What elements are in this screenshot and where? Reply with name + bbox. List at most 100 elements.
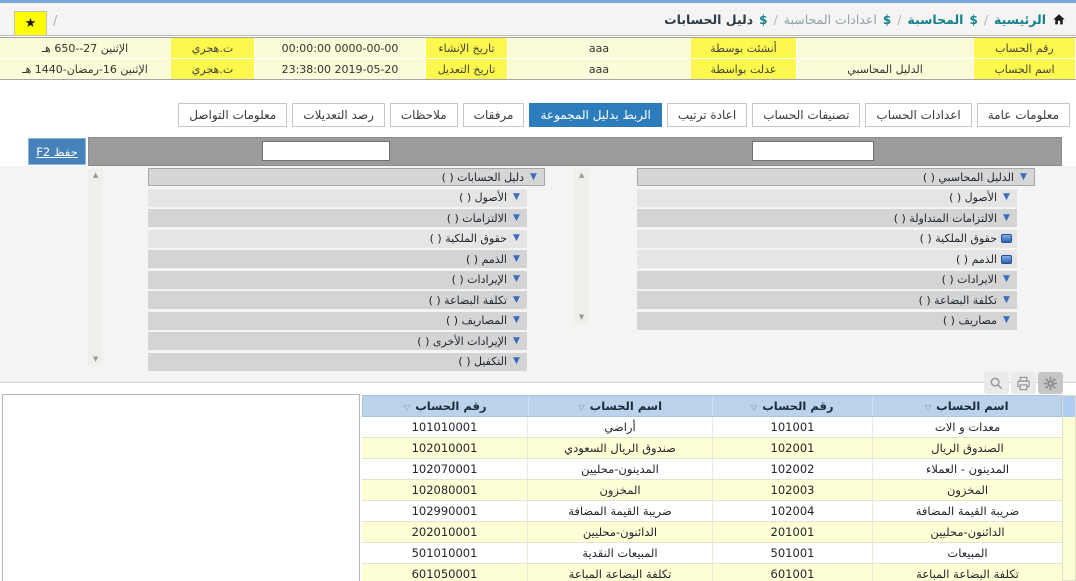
settings-button[interactable] bbox=[1038, 372, 1063, 394]
tree-node[interactable]: الأصول ( ) bbox=[148, 189, 527, 207]
tree-node-icon[interactable] bbox=[511, 214, 522, 223]
print-button[interactable] bbox=[1011, 372, 1036, 394]
sort-icon[interactable] bbox=[925, 399, 931, 413]
sort-icon[interactable] bbox=[578, 399, 584, 413]
table-row[interactable]: معدات و الات 101001 أراضي 101010001 bbox=[362, 417, 1062, 438]
group-accounts-panel bbox=[2, 394, 360, 581]
linked-account-name-cell: أراضي bbox=[527, 417, 712, 437]
tree-node-label: الدليل المحاسبي ( ) bbox=[923, 171, 1014, 184]
tree-node[interactable]: تكلفة البضاعة ( ) bbox=[637, 291, 1017, 309]
tree-node-icon[interactable] bbox=[511, 357, 522, 366]
breadcrumb-home[interactable]: الرئيسية bbox=[994, 12, 1066, 27]
tree-node-icon[interactable] bbox=[1001, 255, 1012, 264]
account-tree-scrollbar[interactable]: ▲ ▼ bbox=[574, 169, 589, 324]
tab[interactable]: معلومات التواصل bbox=[178, 103, 287, 127]
tree-node-label: دليل الحسابات ( ) bbox=[442, 171, 524, 184]
tab[interactable]: رصد التعديلات bbox=[292, 103, 385, 127]
tree-node-icon[interactable] bbox=[528, 173, 539, 182]
tree-node-label: الذمم ( ) bbox=[466, 253, 507, 266]
tree-node[interactable]: دليل الحسابات ( ) bbox=[148, 168, 545, 186]
tree-node-label: الأصول ( ) bbox=[949, 191, 997, 204]
tree-node-icon[interactable] bbox=[1001, 316, 1012, 325]
tree-node[interactable]: التكفيل ( ) bbox=[148, 353, 527, 371]
account-tree-search-input[interactable] bbox=[752, 141, 874, 161]
save-button[interactable]: حفظ F2 bbox=[28, 138, 86, 165]
table-row[interactable]: المدينون - العملاء 102002 المدينون-محليي… bbox=[362, 459, 1062, 480]
tree-node-icon[interactable] bbox=[1001, 214, 1012, 223]
tree-node-icon[interactable] bbox=[1001, 296, 1012, 305]
tree-node-icon[interactable] bbox=[1001, 234, 1012, 243]
tree-node-icon[interactable] bbox=[511, 296, 522, 305]
breadcrumb-item[interactable]: / $ المحاسبة bbox=[907, 12, 988, 27]
table-row[interactable]: الصندوق الريال 102001 صندوق الريال السعو… bbox=[362, 438, 1062, 459]
tree-node[interactable]: الالتزامات ( ) bbox=[148, 209, 527, 227]
tree-node-icon[interactable] bbox=[1001, 275, 1012, 284]
breadcrumb-link[interactable]: الرئيسية bbox=[994, 12, 1046, 27]
tree-node[interactable]: تكلفة البضاعة ( ) bbox=[148, 291, 527, 309]
scroll-down-icon[interactable]: ▼ bbox=[579, 311, 584, 324]
table-column-header[interactable]: رقم الحساب bbox=[363, 396, 528, 416]
star-icon: ★ bbox=[25, 16, 37, 31]
table-scrollbar-thumb[interactable] bbox=[1063, 396, 1075, 417]
tree-node[interactable]: المصاريف ( ) bbox=[148, 312, 527, 330]
home-icon bbox=[1052, 13, 1066, 26]
group-tree-scrollbar[interactable]: ▲ ▼ bbox=[88, 169, 103, 366]
search-button[interactable] bbox=[984, 372, 1009, 394]
tab[interactable]: ملاحظات bbox=[390, 103, 458, 127]
breadcrumb-link[interactable]: المحاسبة bbox=[907, 12, 963, 27]
table-body: معدات و الات 101001 أراضي 101010001 الصن… bbox=[362, 417, 1062, 581]
tree-node-icon[interactable] bbox=[511, 193, 522, 202]
tree-node-icon[interactable] bbox=[511, 234, 522, 243]
info-cell: aaa bbox=[508, 59, 690, 79]
tab[interactable]: تصنيفات الحساب bbox=[752, 103, 860, 127]
tab[interactable]: اعدادات الحساب bbox=[865, 103, 971, 127]
info-cell: الدليل المحاسبي bbox=[797, 59, 973, 79]
breadcrumb-link[interactable]: اعدادات المحاسبة bbox=[784, 12, 877, 27]
tree-node[interactable]: مصاريف ( ) bbox=[637, 312, 1017, 330]
info-row: رقم الحساب أنشئت بوسطة aaa تاريخ الإنشاء… bbox=[0, 38, 1076, 59]
group-tree-search-input[interactable] bbox=[262, 141, 390, 161]
tab[interactable]: الربط بدليل المجموعة bbox=[529, 103, 661, 127]
tree-node[interactable]: الدليل المحاسبي ( ) bbox=[637, 168, 1035, 186]
scroll-up-icon[interactable]: ▲ bbox=[93, 169, 98, 182]
scroll-up-icon[interactable]: ▲ bbox=[579, 169, 584, 182]
table-row[interactable]: المخزون 102003 المخزون 102080001 bbox=[362, 480, 1062, 501]
tree-node[interactable]: الالتزامات المتداولة ( ) bbox=[637, 209, 1017, 227]
table-row[interactable]: ضريبة القيمة المضافة 102004 ضريبة القيمة… bbox=[362, 501, 1062, 522]
tab[interactable]: اعادة ترتيب bbox=[667, 103, 747, 127]
sort-icon[interactable] bbox=[404, 399, 410, 413]
table-row[interactable]: المبيعات 501001 المبيعات النقدية 5010100… bbox=[362, 543, 1062, 564]
tree-node[interactable]: الذمم ( ) bbox=[637, 250, 1017, 268]
info-cell: تاريخ الإنشاء bbox=[425, 38, 508, 58]
favorite-button[interactable]: ★ bbox=[14, 11, 47, 36]
tree-node-icon[interactable] bbox=[1018, 173, 1029, 182]
linked-account-number-cell: 102070001 bbox=[362, 459, 527, 479]
tree-node[interactable]: الإيرادات ( ) bbox=[148, 271, 527, 289]
tree-node-icon[interactable] bbox=[511, 275, 522, 284]
tree-node[interactable]: الإيرادات الأخرى ( ) bbox=[148, 332, 527, 350]
scroll-down-icon[interactable]: ▼ bbox=[93, 353, 98, 366]
tree-node[interactable]: حقوق الملكية ( ) bbox=[637, 230, 1017, 248]
tree-node-icon[interactable] bbox=[1001, 193, 1012, 202]
tree-node[interactable]: الأصول ( ) bbox=[637, 189, 1017, 207]
table-column-header[interactable]: اسم الحساب bbox=[872, 396, 1061, 416]
tab[interactable]: مرفقات bbox=[463, 103, 525, 127]
table-column-header[interactable]: رقم الحساب bbox=[712, 396, 872, 416]
tree-node[interactable]: الايرادات ( ) bbox=[637, 271, 1017, 289]
table-column-header[interactable]: اسم الحساب bbox=[528, 396, 712, 416]
tree-node[interactable]: الذمم ( ) bbox=[148, 250, 527, 268]
tree-node-label: الالتزامات المتداولة ( ) bbox=[894, 212, 997, 225]
tree-node[interactable]: حقوق الملكية ( ) bbox=[148, 230, 527, 248]
breadcrumb-item[interactable]: / $ دليل الحسابات bbox=[664, 12, 778, 27]
table-row[interactable]: تكلفة البضاعة المباعة 601001 تكلفة البضا… bbox=[362, 564, 1062, 581]
sort-icon[interactable] bbox=[751, 399, 757, 413]
breadcrumb-item[interactable]: / $ اعدادات المحاسبة bbox=[784, 12, 902, 27]
tab[interactable]: معلومات عامة bbox=[977, 103, 1070, 127]
tree-node-icon[interactable] bbox=[511, 316, 522, 325]
table-scrollbar[interactable] bbox=[1062, 395, 1076, 581]
table-row[interactable]: الدائنون-محليين 201001 الدائنون-محليين 2… bbox=[362, 522, 1062, 543]
linked-accounts-table: اسم الحساب رقم الحساب اسم الحساب رقم الح… bbox=[362, 395, 1062, 581]
tree-node-icon[interactable] bbox=[511, 337, 522, 346]
breadcrumb-link[interactable]: دليل الحسابات bbox=[664, 12, 753, 27]
tree-node-icon[interactable] bbox=[511, 255, 522, 264]
